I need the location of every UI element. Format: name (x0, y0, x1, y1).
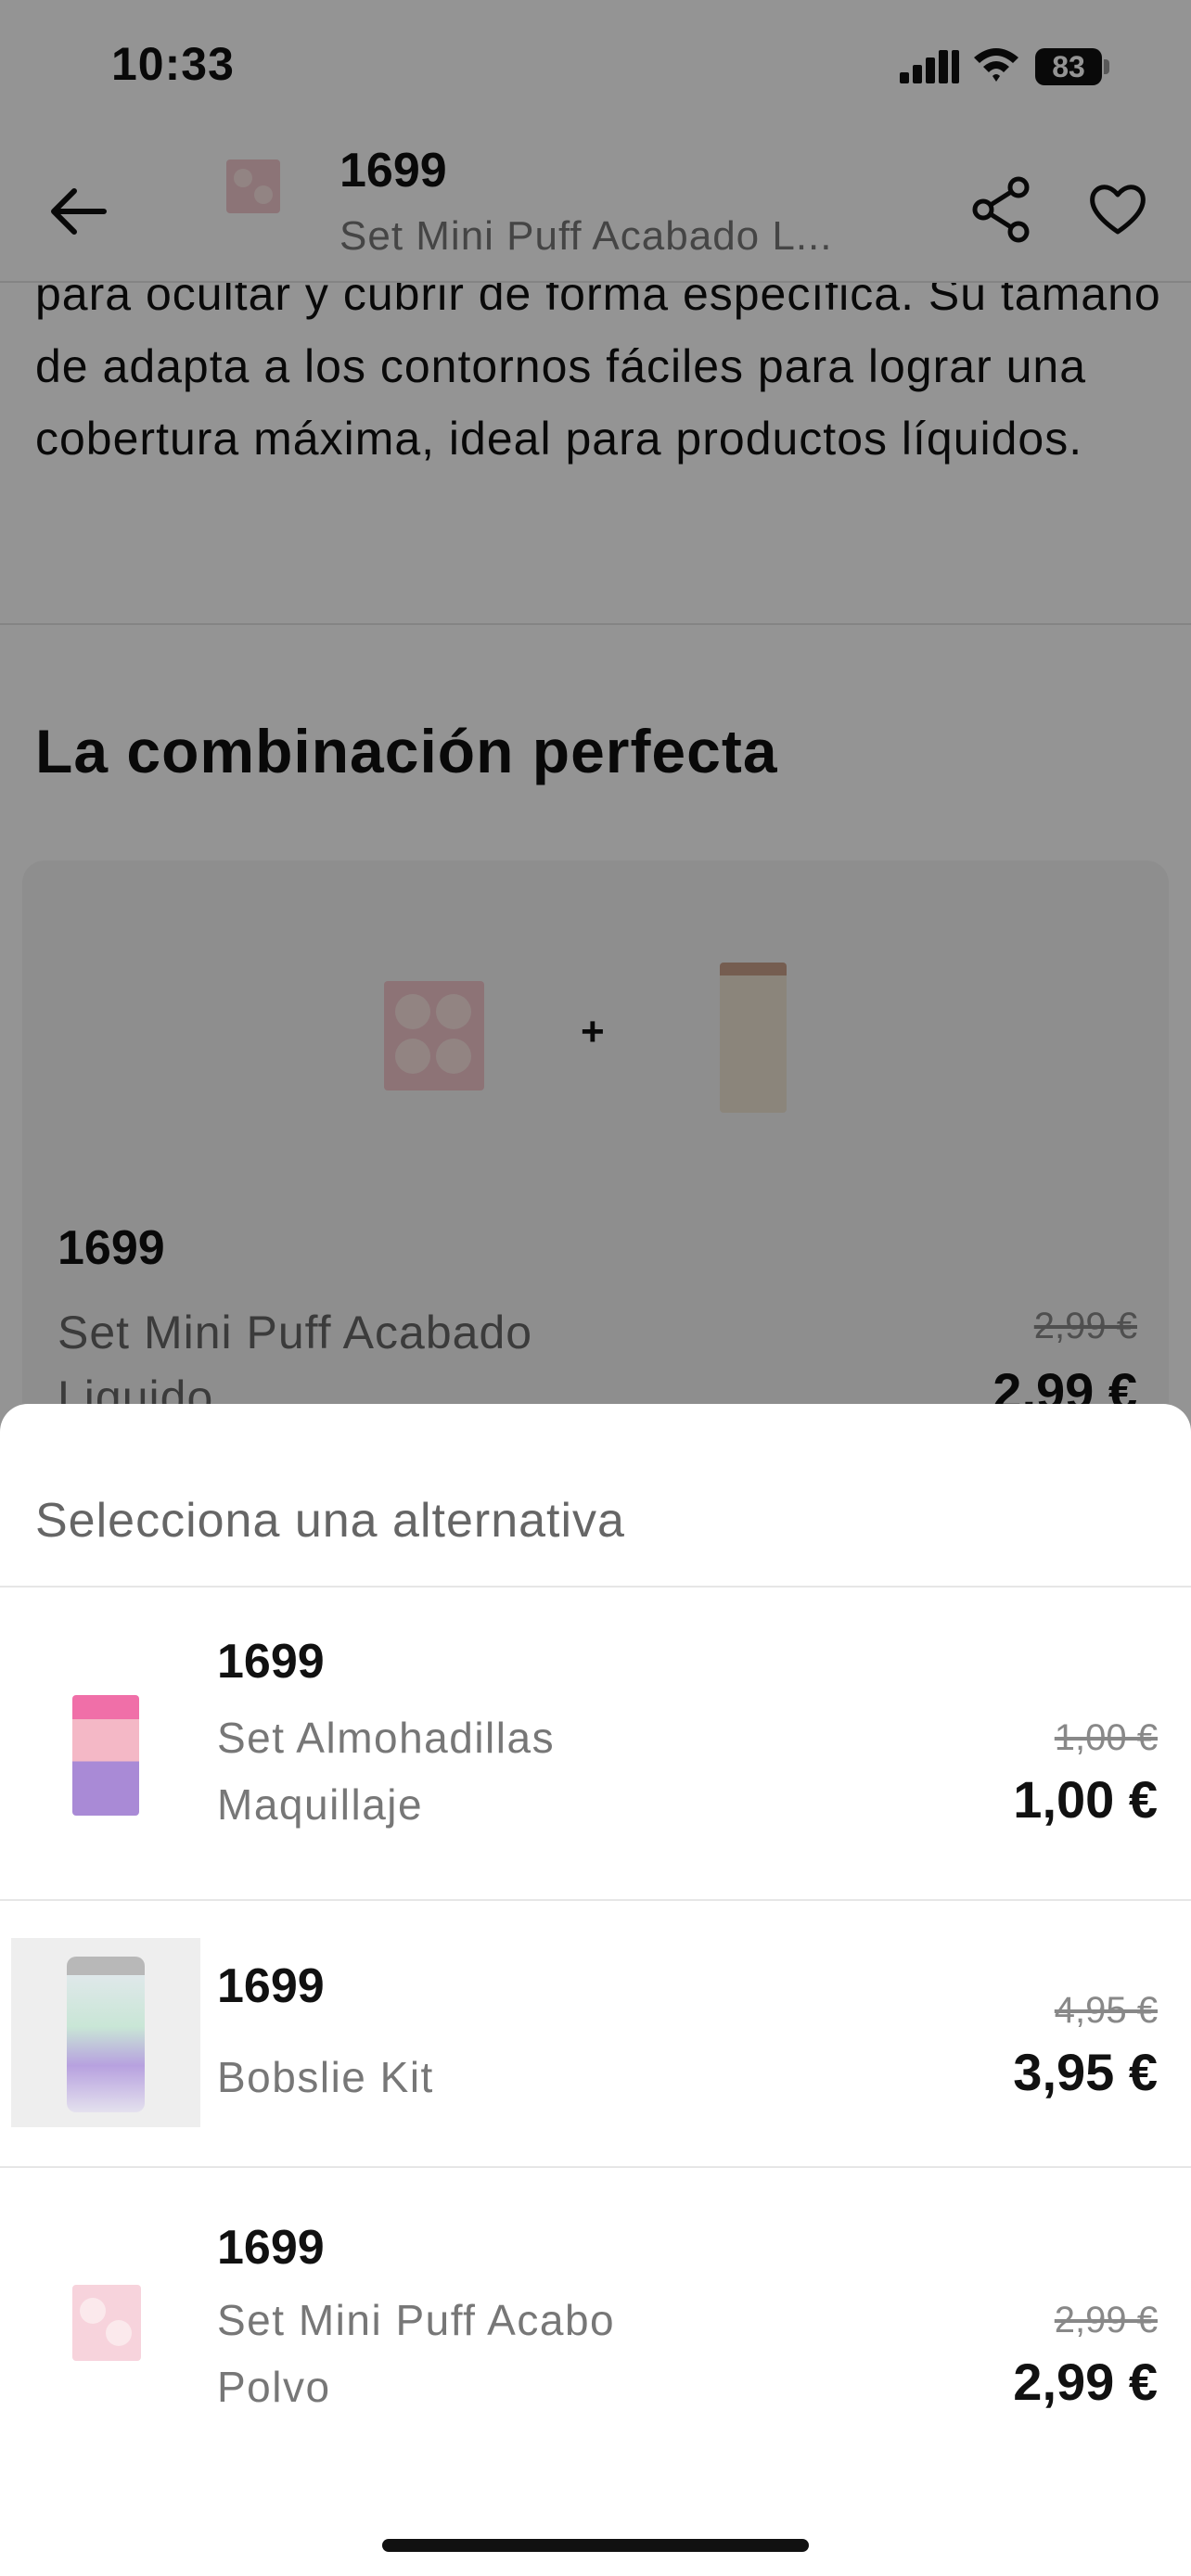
alternative-option-3[interactable]: 1699 Set Mini Puff Acabo Polvo 2,99 € 2,… (0, 2168, 1191, 2483)
home-indicator[interactable] (382, 2539, 809, 2552)
option-old-price: 1,00 € (1054, 1717, 1158, 1758)
option-code: 1699 (217, 2221, 325, 2275)
alternative-option-2[interactable]: 1699 Bobslie Kit 4,95 € 3,95 € (0, 1901, 1191, 2170)
alternative-option-1[interactable]: 1699 Set Almohadillas Maquillaje 1,00 € … (0, 1588, 1191, 1912)
sheet-title: Selecciona una alternativa (35, 1494, 625, 1548)
option-price: 2,99 € (1013, 2353, 1158, 2411)
jar-image (67, 1957, 145, 2112)
option-code: 1699 (217, 1959, 325, 2013)
option-name: Bobslie Kit (217, 2053, 434, 2101)
option-old-price: 4,95 € (1054, 1990, 1158, 2031)
option-old-price: 2,99 € (1054, 2300, 1158, 2340)
option-thumbnail (72, 2285, 141, 2361)
option-price: 3,95 € (1013, 2043, 1158, 2101)
option-name: Set Almohadillas Maquillaje (217, 1714, 556, 1829)
option-price: 1,00 € (1013, 1770, 1158, 1829)
alternatives-bottom-sheet: Selecciona una alternativa 1699 Set Almo… (0, 1404, 1191, 2576)
option-thumbnail (72, 1695, 139, 1816)
option-code: 1699 (217, 1635, 325, 1689)
option-name: Set Mini Puff Acabo Polvo (217, 2296, 616, 2411)
option-thumbnail (11, 1938, 200, 2127)
